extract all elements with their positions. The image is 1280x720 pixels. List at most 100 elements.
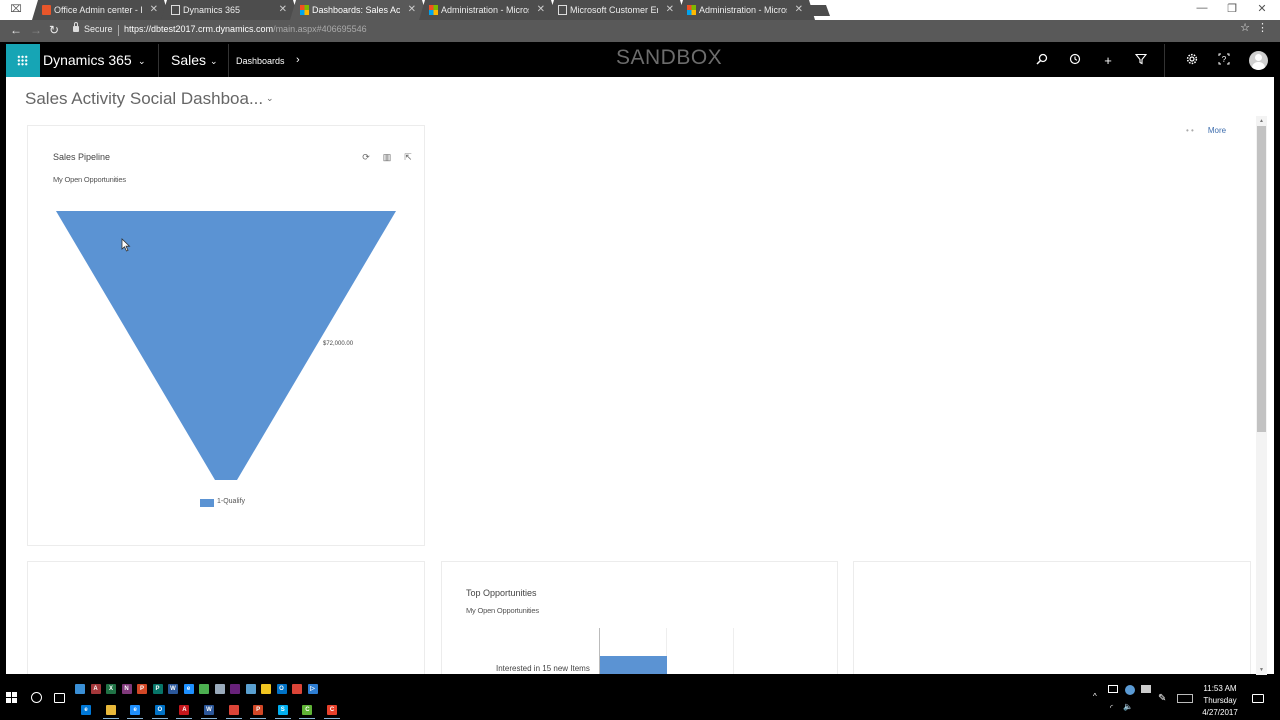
nav-divider	[1164, 44, 1165, 77]
module-sales[interactable]: Sales	[171, 44, 206, 77]
word-taskbar-icon[interactable]: W	[201, 705, 217, 719]
user-avatar[interactable]	[1249, 51, 1268, 70]
app-name[interactable]: Dynamics 365	[42, 44, 132, 77]
tray-network-app-icon[interactable]	[1125, 685, 1135, 695]
chrome-taskbar-icon[interactable]	[225, 705, 242, 719]
close-tab-icon[interactable]: ✕	[666, 0, 674, 20]
close-window-button[interactable]: ✕	[1254, 2, 1270, 15]
browser-tab[interactable]: Administration - Microsc ✕	[677, 0, 815, 20]
windows-start-icon[interactable]	[6, 692, 18, 704]
breadcrumb-dashboards[interactable]: Dashboards	[236, 44, 285, 78]
scroll-up-arrow-icon[interactable]: ▲	[1256, 116, 1267, 126]
action-center-icon[interactable]	[1252, 694, 1264, 703]
close-tab-icon[interactable]: ✕	[537, 0, 545, 20]
back-button[interactable]: ←	[8, 23, 24, 37]
close-tab-icon[interactable]: ✕	[279, 0, 287, 20]
panel-title: Top Opportunities	[466, 588, 537, 598]
microsoft-icon	[300, 5, 309, 15]
tray-device-icon[interactable]	[1141, 685, 1151, 693]
excel-icon[interactable]: X	[106, 684, 116, 694]
bar-interested-in-15-new-items[interactable]	[600, 656, 667, 674]
browser-tab[interactable]: Dynamics 365 ✕	[161, 0, 299, 20]
tray-app-icon[interactable]	[1108, 685, 1118, 693]
incognito-icon: ⌧	[10, 4, 22, 15]
browser-tab[interactable]: Dashboards: Sales Activi ✕	[290, 0, 428, 20]
advanced-find-filter-icon[interactable]	[1131, 44, 1151, 77]
close-tab-icon[interactable]: ✕	[795, 0, 803, 20]
visual-studio-icon[interactable]	[230, 684, 240, 694]
forward-button[interactable]: →	[28, 23, 44, 37]
close-tab-icon[interactable]: ✕	[408, 0, 416, 20]
scroll-down-arrow-icon[interactable]: ▼	[1256, 665, 1267, 675]
chevron-down-icon[interactable]: ⌄	[138, 44, 146, 79]
internet-explorer-taskbar-icon[interactable]: e	[127, 705, 144, 719]
page-scrollbar[interactable]: ▲ ▼	[1256, 116, 1267, 675]
restore-button[interactable]: ❐	[1224, 2, 1240, 15]
camtasia-green-taskbar-icon[interactable]: C	[299, 705, 316, 719]
search-icon[interactable]	[1032, 44, 1052, 77]
url-text[interactable]: https://dbtest2017.crm.dynamics.com/main…	[124, 24, 367, 34]
tab-title: Dynamics 365	[183, 5, 241, 15]
new-tab-button[interactable]	[805, 5, 831, 16]
browser-tab[interactable]: Microsoft Customer Eng ✕	[548, 0, 686, 20]
legend-label: 1-Qualify	[217, 498, 246, 505]
word-icon[interactable]: W	[168, 684, 178, 694]
browser-menu-icon[interactable]: ⋮	[1257, 21, 1268, 34]
acrobat-taskbar-icon[interactable]: A	[176, 705, 193, 719]
powerpoint-taskbar-icon[interactable]: P	[250, 705, 267, 719]
task-view-icon[interactable]	[54, 693, 65, 703]
page-icon	[558, 5, 567, 15]
tray-overflow-chevron-icon[interactable]: ^	[1093, 692, 1097, 701]
cortana-search-icon[interactable]	[31, 692, 42, 703]
address-bar[interactable]: Secure https://dbtest2017.crm.dynamics.c…	[66, 22, 1252, 40]
wifi-icon[interactable]: ◜	[1110, 703, 1113, 712]
camtasia-red-taskbar-icon[interactable]: C	[324, 705, 340, 719]
settings-gear-icon[interactable]	[1182, 44, 1202, 77]
recycle-bin-icon[interactable]	[214, 684, 225, 694]
keyboard-icon[interactable]	[1177, 694, 1193, 703]
publisher-icon[interactable]: P	[152, 684, 163, 694]
remote-desktop-icon[interactable]	[75, 684, 85, 694]
empty-panel-right	[853, 561, 1251, 674]
funnel-data-label: $72,000.00	[323, 341, 354, 347]
reload-button[interactable]: ↻	[46, 23, 62, 37]
access-icon[interactable]: A	[90, 684, 101, 694]
user-app-icon[interactable]	[199, 684, 209, 694]
app-yellow-icon[interactable]	[261, 684, 271, 694]
chrome-icon[interactable]	[292, 684, 302, 694]
new-record-icon[interactable]: +	[1098, 44, 1118, 77]
outlook-taskbar-icon[interactable]: O	[151, 705, 168, 719]
volume-icon[interactable]: 🔈	[1123, 702, 1133, 711]
dashboard-selector-chevron-icon[interactable]: ⌄	[266, 93, 274, 104]
browser-tab[interactable]: Administration - Microsc ✕	[419, 0, 557, 20]
minimize-button[interactable]: —	[1194, 2, 1210, 14]
legend-swatch	[200, 499, 214, 507]
empty-panel-left	[27, 561, 425, 674]
chevron-down-icon[interactable]: ⌄	[210, 44, 218, 79]
internet-explorer-icon[interactable]: e	[183, 684, 194, 694]
clock-day: Thursday	[1203, 696, 1237, 705]
panel-view-selector[interactable]: My Open Opportunities	[466, 606, 539, 615]
media-icon[interactable]: ▷	[307, 684, 318, 694]
onenote-icon[interactable]: N	[121, 684, 132, 694]
dashboard-title[interactable]: Sales Activity Social Dashboa...	[25, 89, 263, 109]
more-button[interactable]: • • More	[1186, 126, 1226, 135]
chevron-right-icon[interactable]: ›	[296, 44, 300, 77]
help-icon[interactable]: ?	[1214, 44, 1234, 77]
recent-history-icon[interactable]	[1065, 44, 1085, 77]
browser-tab[interactable]: Office Admin center - Ho ✕	[32, 0, 170, 20]
edge-taskbar-icon[interactable]: e	[81, 705, 91, 715]
more-label: More	[1207, 126, 1227, 135]
outlook-icon[interactable]: O	[276, 684, 287, 694]
system-clock[interactable]: 11:53 AM Thursday 4/27/2017	[1195, 683, 1245, 719]
bookmark-star-icon[interactable]: ☆	[1240, 21, 1250, 34]
app-launcher-button[interactable]	[6, 44, 40, 77]
close-tab-icon[interactable]: ✕	[150, 0, 158, 20]
skype-taskbar-icon[interactable]: S	[274, 705, 291, 719]
scrollbar-thumb[interactable]	[1257, 126, 1266, 432]
nav-divider	[228, 44, 229, 77]
pen-icon[interactable]: ✎	[1158, 693, 1166, 704]
file-explorer-taskbar-icon[interactable]	[102, 705, 119, 719]
powerpoint-icon[interactable]: P	[137, 684, 147, 694]
paint-icon[interactable]	[245, 684, 256, 694]
